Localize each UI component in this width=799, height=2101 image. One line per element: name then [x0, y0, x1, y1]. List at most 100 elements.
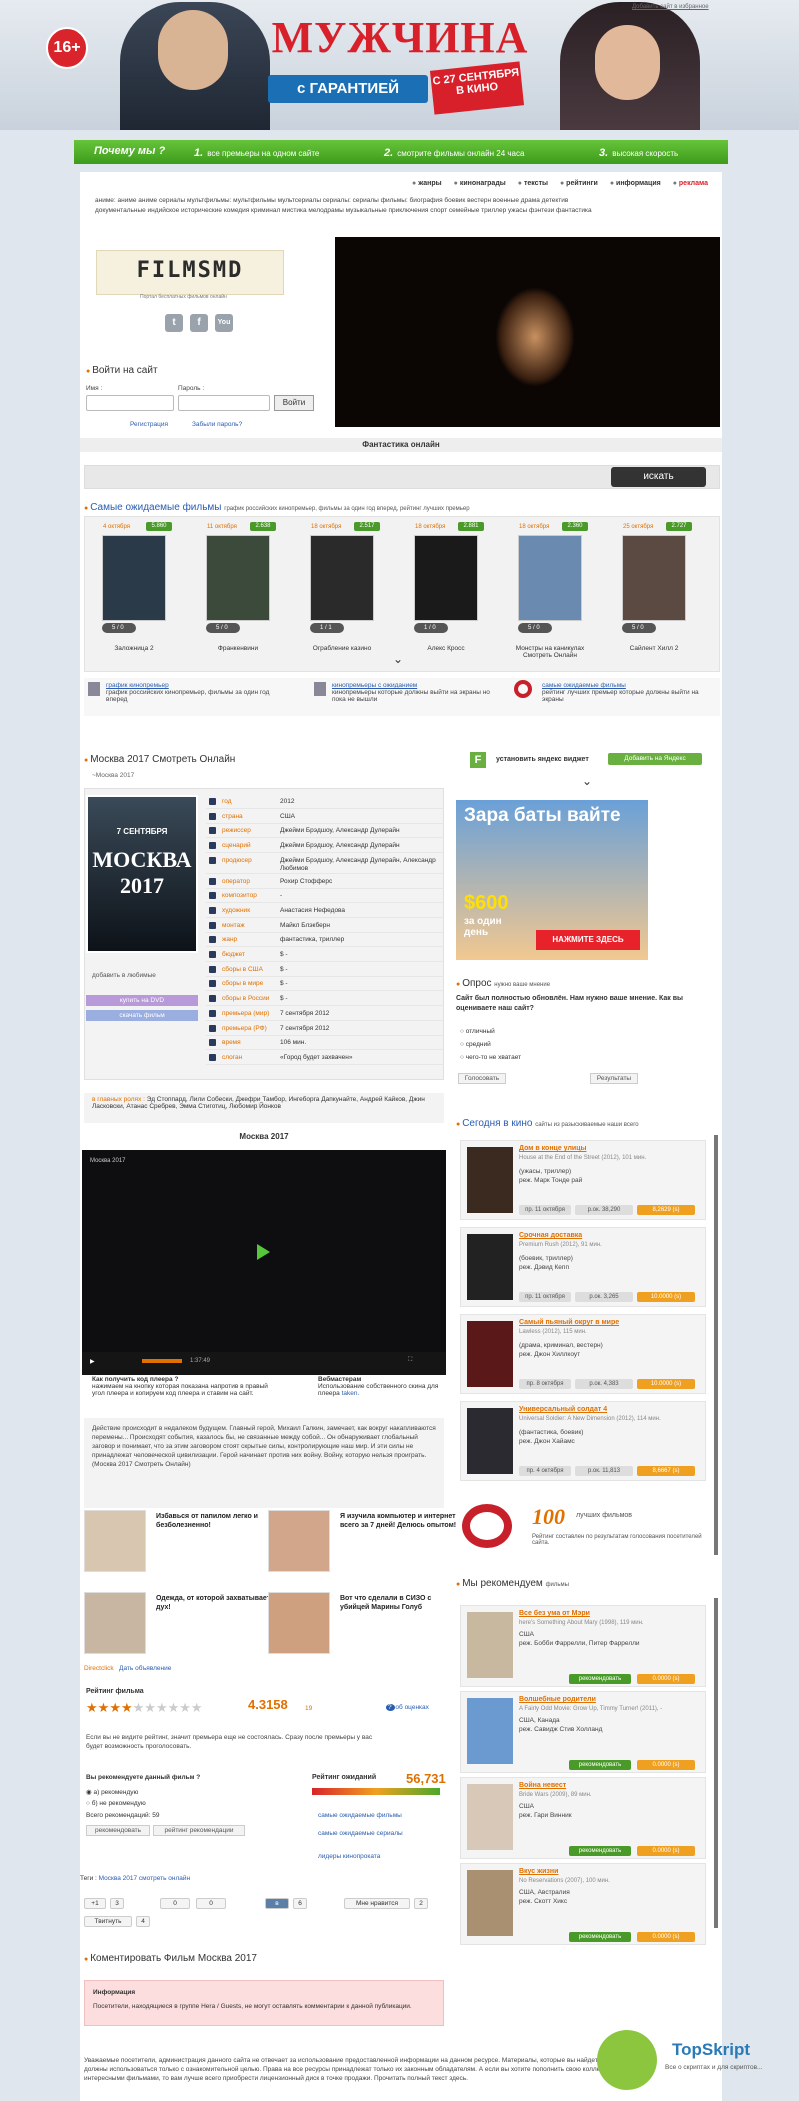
star-icon[interactable]: ★ — [191, 1700, 203, 1715]
add-to-favorites-link[interactable]: Добавить сайт в избранное — [632, 4, 709, 10]
chevron-down-icon[interactable]: ⌄ — [582, 774, 592, 788]
scrollbar[interactable] — [714, 1598, 718, 1928]
movie-title[interactable]: Волшебные родители — [519, 1696, 596, 1703]
download-film-button[interactable]: скачать фильм — [86, 1010, 198, 1021]
movie-title[interactable]: Срочная доставка — [519, 1232, 582, 1239]
movie-title[interactable]: Вкус жизни — [519, 1868, 558, 1875]
menu-ads[interactable]: реклама — [673, 180, 708, 187]
share-button-1[interactable]: 0 — [160, 1898, 190, 1909]
youtube-icon[interactable]: You — [215, 314, 233, 332]
rating-stars[interactable]: ★★★★★★★★★★ — [86, 1700, 203, 1716]
share-button-2[interactable]: 0 — [196, 1898, 226, 1909]
star-icon[interactable]: ★ — [86, 1700, 98, 1715]
movie-thumb[interactable] — [467, 1698, 513, 1764]
film-poster-thumb[interactable] — [102, 535, 166, 621]
login-password-input[interactable] — [178, 395, 270, 411]
ad-text-1[interactable]: Избавься от папилом легко и безболезненн… — [156, 1512, 276, 1530]
play-pause-icon[interactable]: ▶ — [90, 1358, 95, 1365]
ad-image-2[interactable] — [268, 1510, 330, 1572]
movie-thumb[interactable] — [467, 1870, 513, 1936]
add-to-yandex-button[interactable]: Добавить на Яндекс — [608, 753, 702, 765]
film-poster-thumb[interactable] — [518, 535, 582, 621]
star-icon[interactable]: ★ — [144, 1700, 156, 1715]
recommended-card[interactable]: Волшебные родители A Fairly Odd Movie: Gr… — [460, 1691, 706, 1773]
menu-info[interactable]: информация — [610, 180, 661, 187]
movie-card[interactable]: Самый пьяный округ в мире Lawless (2012),… — [460, 1314, 706, 1394]
movie-card[interactable]: Универсальный солдат 4 Universal Soldier:… — [460, 1401, 706, 1481]
link-box-office[interactable]: лидеры кинопроката — [318, 1853, 380, 1860]
film-poster-thumb[interactable] — [206, 535, 270, 621]
twitter-icon[interactable]: t — [165, 314, 183, 332]
chevron-down-icon[interactable]: ⌄ — [393, 652, 403, 666]
movie-title[interactable]: Война невест — [519, 1782, 566, 1789]
ad-text-4[interactable]: Вот что сделали в СИЗО с убийцей Марины … — [340, 1594, 460, 1612]
poll-option-1[interactable]: ○ отличный — [460, 1028, 495, 1035]
ad-image-3[interactable] — [84, 1592, 146, 1654]
menu-awards[interactable]: кинонаграды — [454, 180, 506, 187]
most-awaited[interactable]: самые ожидаемые фильмы рейтинг лучших пре… — [542, 682, 717, 703]
site-logo[interactable]: FILMSMD — [96, 250, 284, 295]
film-poster[interactable]: 7 СЕНТЯБРЯ МОСКВА 2017 — [86, 795, 198, 953]
video-controls[interactable]: ▶ 1:37:49 ⛶ — [82, 1352, 446, 1375]
movie-card[interactable]: Срочная доставка Premium Rush (2012), 91 … — [460, 1227, 706, 1307]
movie-thumb[interactable] — [467, 1784, 513, 1850]
top-video-preview[interactable] — [335, 237, 720, 427]
star-icon[interactable]: ★ — [121, 1700, 133, 1715]
poster-title[interactable]: Ограбление казино — [302, 645, 382, 652]
recommended-card[interactable]: Война невест Bride Wars (2009), 89 мин. СШ… — [460, 1777, 706, 1859]
recommend-button[interactable]: рекомендовать — [86, 1825, 150, 1836]
movie-title[interactable]: Самый пьяный округ в мире — [519, 1319, 619, 1326]
star-icon[interactable]: ★ — [156, 1700, 168, 1715]
star-icon[interactable]: ★ — [179, 1700, 191, 1715]
poster-title[interactable]: Франкенвини — [198, 645, 278, 652]
film-poster-thumb[interactable] — [622, 535, 686, 621]
recommended-card[interactable]: Все без ума от Мэри here's Something Abou… — [460, 1605, 706, 1687]
genre-links-row-1[interactable]: аниме: аниме аниме сериалы мультфильмы: … — [95, 197, 568, 204]
gplus-button[interactable]: +1 — [84, 1898, 106, 1909]
link-awaited-series[interactable]: самые ожидаемые сериалы — [318, 1830, 403, 1837]
genre-links-row-2[interactable]: документальные индийское исторические ко… — [95, 207, 592, 214]
vk-button[interactable]: в — [265, 1898, 289, 1909]
film-poster-thumb[interactable] — [414, 535, 478, 621]
poster-title[interactable]: Монстры на каникулах Смотреть Онлайн — [510, 645, 590, 659]
directclick-link[interactable]: Directclick — [84, 1665, 114, 1672]
about-ratings-link[interactable]: об оценках — [386, 1704, 428, 1711]
side-ad-banner[interactable]: Зара баты вайте $600 за один день НАЖМИТ… — [456, 800, 648, 960]
top-100-banner[interactable]: 100 лучших фильмов Рейтинг составлен по … — [456, 1500, 714, 1560]
ad-text-2[interactable]: Я изучила компьютер и интернет всего за … — [340, 1512, 460, 1530]
facebook-like-button[interactable]: Мне нравится — [344, 1898, 410, 1909]
today-in-cinema-link[interactable]: Сегодня в кино — [462, 1118, 532, 1129]
add-to-favorites[interactable]: добавить в любимые — [92, 972, 156, 979]
search-button[interactable]: искать — [611, 467, 706, 487]
forgot-password-link[interactable]: Забыли пароль? — [192, 421, 242, 428]
movie-title[interactable]: Универсальный солдат 4 — [519, 1406, 607, 1413]
star-icon[interactable]: ★ — [168, 1700, 180, 1715]
recommend-rating-button[interactable]: рейтинг рекомендации — [153, 1825, 245, 1836]
premiere-schedule[interactable]: график кинопремьер график российских кино… — [106, 682, 276, 703]
menu-ratings[interactable]: рейтинги — [560, 180, 598, 187]
tag-link[interactable]: Москва 2017 смотреть онлайн — [99, 1875, 190, 1882]
movie-thumb[interactable] — [467, 1408, 513, 1474]
film-poster-thumb[interactable] — [310, 535, 374, 621]
login-name-input[interactable] — [86, 395, 174, 411]
recommend-no-radio[interactable]: ○ б) не рекомендую — [86, 1800, 146, 1807]
awaited-premieres[interactable]: кинопремьеры с ожиданием кинопремьеры кот… — [332, 682, 502, 703]
movie-card[interactable]: Дом в конце улицы House at the End of the… — [460, 1140, 706, 1220]
ad-image-4[interactable] — [268, 1592, 330, 1654]
poster-title[interactable]: Сайлент Хилл 2 — [614, 645, 694, 652]
link-awaited-films[interactable]: самые ожидаемые фильмы — [318, 1812, 402, 1819]
recommended-card[interactable]: Вкус жизни No Reservations (2007), 100 ми… — [460, 1863, 706, 1945]
buy-dvd-button[interactable]: купить на DVD — [86, 995, 198, 1006]
movie-thumb[interactable] — [467, 1234, 513, 1300]
recommend-button[interactable]: рекомендовать — [569, 1674, 631, 1684]
video-player[interactable]: Москва 2017 — [82, 1150, 446, 1375]
menu-texts[interactable]: тексты — [518, 180, 548, 187]
tweet-button[interactable]: Твитнуть — [84, 1916, 132, 1927]
poll-option-2[interactable]: ○ средний — [460, 1041, 491, 1048]
results-button[interactable]: Результаты — [590, 1073, 638, 1084]
play-icon[interactable] — [257, 1244, 270, 1260]
ad-image-1[interactable] — [84, 1510, 146, 1572]
login-button[interactable]: Войти — [274, 395, 314, 411]
register-link[interactable]: Регистрация — [130, 421, 168, 428]
facebook-icon[interactable]: f — [190, 314, 208, 332]
